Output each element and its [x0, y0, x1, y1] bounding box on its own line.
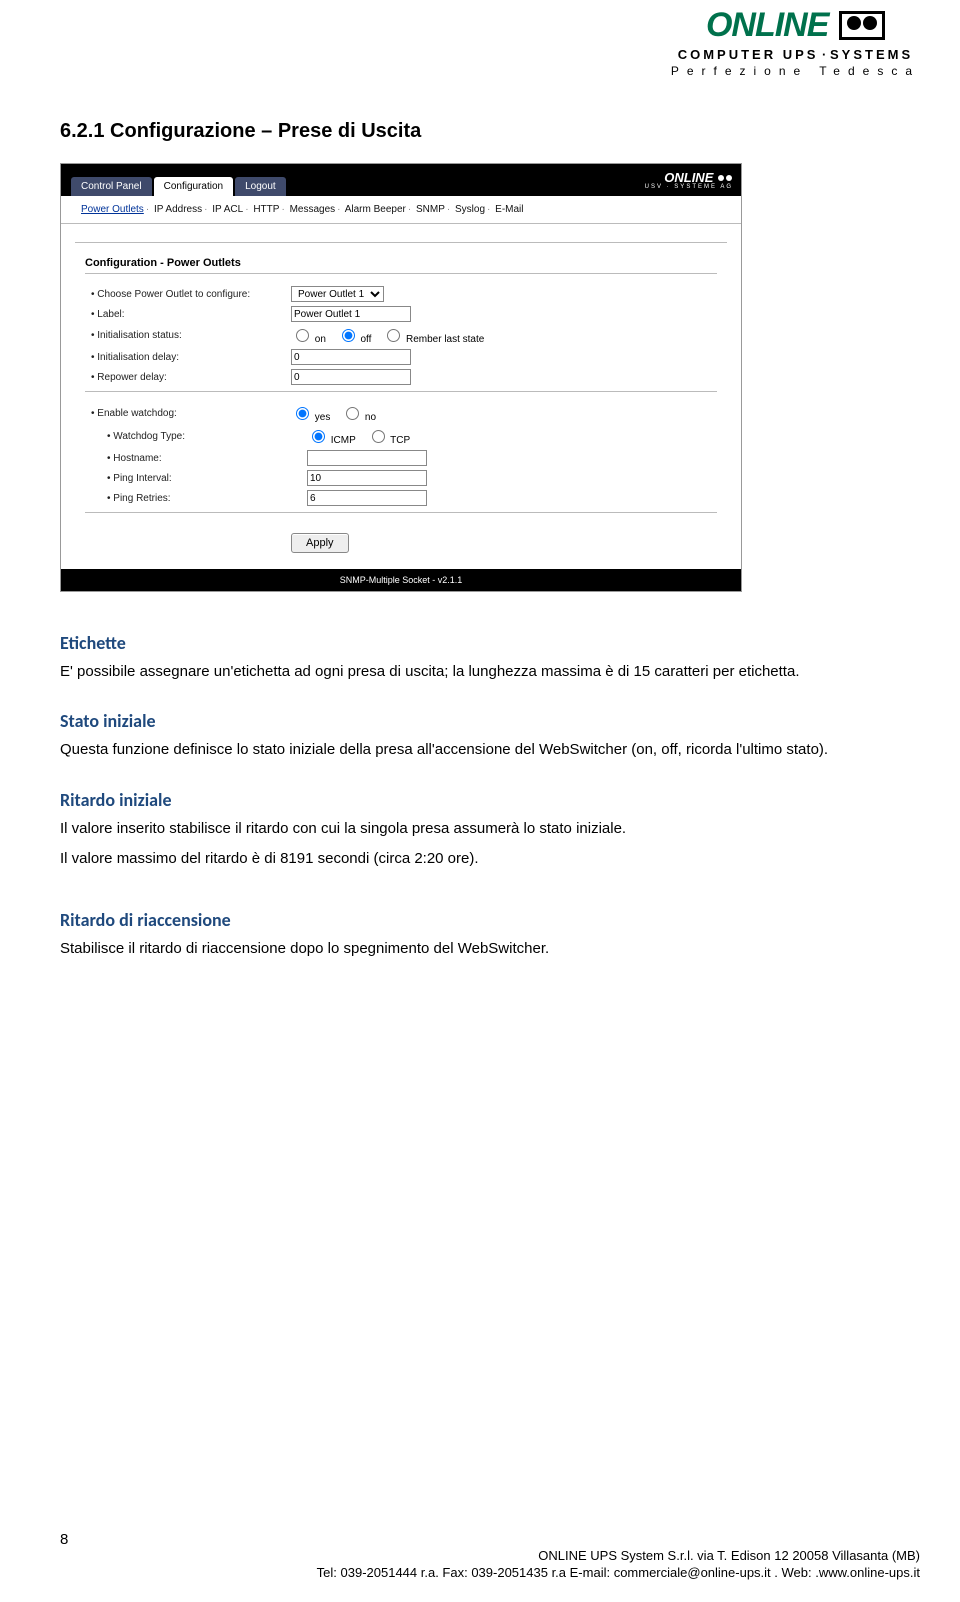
page-title: 6.2.1 Configurazione – Prese di Uscita: [60, 120, 900, 143]
config-brand-text: ONLINE: [664, 170, 713, 185]
section-title-stato-iniziale: Stato iniziale: [60, 710, 900, 732]
config-subnav: Power Outlets· IP Address· IP ACL· HTTP·…: [61, 196, 741, 224]
subnav-messages[interactable]: Messages: [290, 204, 336, 215]
brand-header: ONLINE COMPUTER UPS · SYSTEMS Perfezione…: [671, 8, 920, 78]
radio-wdtype-tcp[interactable]: [372, 430, 385, 443]
section-body-ritardo-iniziale-1: Il valore inserito stabilisce il ritardo…: [60, 819, 840, 839]
field-init-status: on off Rember last state: [291, 326, 492, 345]
tab-logout[interactable]: Logout: [235, 177, 286, 196]
subnav-ip-acl[interactable]: IP ACL: [212, 204, 243, 215]
label-init-delay: Initialisation delay:: [85, 352, 291, 363]
brand-sub1-left: COMPUTER UPS: [678, 47, 819, 62]
section-body-ritardo-riaccensione: Stabilisce il ritardo di riaccensione do…: [60, 939, 840, 959]
radio-init-remember[interactable]: [387, 329, 400, 342]
subnav-alarm-beeper[interactable]: Alarm Beeper: [345, 204, 406, 215]
input-label[interactable]: [291, 306, 411, 322]
label-choose-outlet: Choose Power Outlet to configure:: [85, 289, 291, 300]
input-hostname[interactable]: [307, 450, 427, 466]
label-ping-interval: Ping Interval:: [85, 473, 307, 484]
subnav-email[interactable]: E-Mail: [495, 204, 523, 215]
config-topbar: Control Panel Configuration Logout ONLIN…: [61, 164, 741, 196]
config-panel: Configuration - Power Outlets Choose Pow…: [61, 243, 741, 569]
body-content: 6.2.1 Configurazione – Prese di Uscita C…: [60, 20, 900, 959]
section-title-ritardo-riaccensione: Ritardo di riaccensione: [60, 909, 900, 931]
page: ONLINE COMPUTER UPS · SYSTEMS Perfezione…: [0, 0, 960, 1602]
radio-init-off[interactable]: [342, 329, 355, 342]
label-repower-delay: Repower delay:: [85, 372, 291, 383]
input-repower-delay[interactable]: [291, 369, 411, 385]
subnav-snmp[interactable]: SNMP: [416, 204, 445, 215]
radio-watchdog-yes-label: yes: [315, 412, 331, 423]
radio-wdtype-icmp-label: ICMP: [331, 435, 356, 446]
radio-watchdog-no[interactable]: [346, 407, 359, 420]
apply-button[interactable]: Apply: [291, 533, 349, 553]
label-hostname: Hostname:: [85, 453, 307, 464]
brand-logo-text: ONLINE: [706, 8, 828, 44]
config-window-brand: ONLINE USV · SYSTEME AG: [645, 171, 733, 190]
subnav-syslog[interactable]: Syslog: [455, 204, 485, 215]
brand-logo-row: ONLINE: [671, 8, 920, 44]
input-ping-interval[interactable]: [307, 470, 427, 486]
radio-wdtype-tcp-label: TCP: [390, 435, 410, 446]
radio-init-remember-label: Rember last state: [406, 334, 484, 345]
page-number: 8: [60, 1531, 68, 1548]
label-label: Label:: [85, 309, 291, 320]
subnav-http[interactable]: HTTP: [253, 204, 279, 215]
tab-configuration[interactable]: Configuration: [154, 177, 233, 196]
config-brand-sub: USV · SYSTEME AG: [645, 184, 733, 190]
field-enable-watchdog: yes no: [291, 404, 384, 423]
footer-line-1: ONLINE UPS System S.r.l. via T. Edison 1…: [60, 1547, 920, 1565]
label-enable-watchdog: Enable watchdog:: [85, 408, 291, 419]
label-watchdog-type: Watchdog Type:: [85, 431, 307, 442]
config-tabs: Control Panel Configuration Logout: [61, 164, 286, 196]
radio-init-on[interactable]: [296, 329, 309, 342]
config-window: Control Panel Configuration Logout ONLIN…: [60, 163, 742, 592]
config-spacer: [75, 224, 727, 243]
radio-wdtype-icmp[interactable]: [312, 430, 325, 443]
page-footer: 8 ONLINE UPS System S.r.l. via T. Edison…: [60, 1547, 920, 1582]
footer-line-2: Tel: 039-2051444 r.a. Fax: 039-2051435 r…: [60, 1564, 920, 1582]
tab-control-panel[interactable]: Control Panel: [71, 177, 152, 196]
apply-row: Apply: [85, 523, 717, 563]
label-init-status: Initialisation status:: [85, 330, 291, 341]
label-ping-retries: Ping Retries:: [85, 493, 307, 504]
brand-logo-eyes-icon: [839, 11, 885, 40]
radio-init-off-label: off: [360, 334, 371, 345]
section-body-etichette: E' possibile assegnare un'etichetta ad o…: [60, 662, 840, 682]
section-body-stato-iniziale: Questa funzione definisce lo stato inizi…: [60, 740, 840, 760]
section-title-etichette: Etichette: [60, 632, 900, 654]
radio-watchdog-no-label: no: [365, 412, 376, 423]
brand-sub1-right: SYSTEMS: [830, 47, 913, 62]
subnav-power-outlets[interactable]: Power Outlets: [81, 204, 144, 215]
radio-init-on-label: on: [315, 334, 326, 345]
section-title-ritardo-iniziale: Ritardo iniziale: [60, 789, 900, 811]
config-panel-title: Configuration - Power Outlets: [85, 257, 717, 269]
input-init-delay[interactable]: [291, 349, 411, 365]
select-power-outlet[interactable]: Power Outlet 1: [291, 286, 384, 302]
subnav-ip-address[interactable]: IP Address: [154, 204, 202, 215]
brand-subtitle-2: Perfezione Tedesca: [671, 65, 920, 78]
radio-watchdog-yes[interactable]: [296, 407, 309, 420]
input-ping-retries[interactable]: [307, 490, 427, 506]
brand-subtitle-1: COMPUTER UPS · SYSTEMS: [671, 48, 920, 62]
section-body-ritardo-iniziale-2: Il valore massimo del ritardo è di 8191 …: [60, 849, 840, 869]
field-watchdog-type: ICMP TCP: [307, 427, 418, 446]
config-footer: SNMP-Multiple Socket - v2.1.1: [61, 569, 741, 591]
